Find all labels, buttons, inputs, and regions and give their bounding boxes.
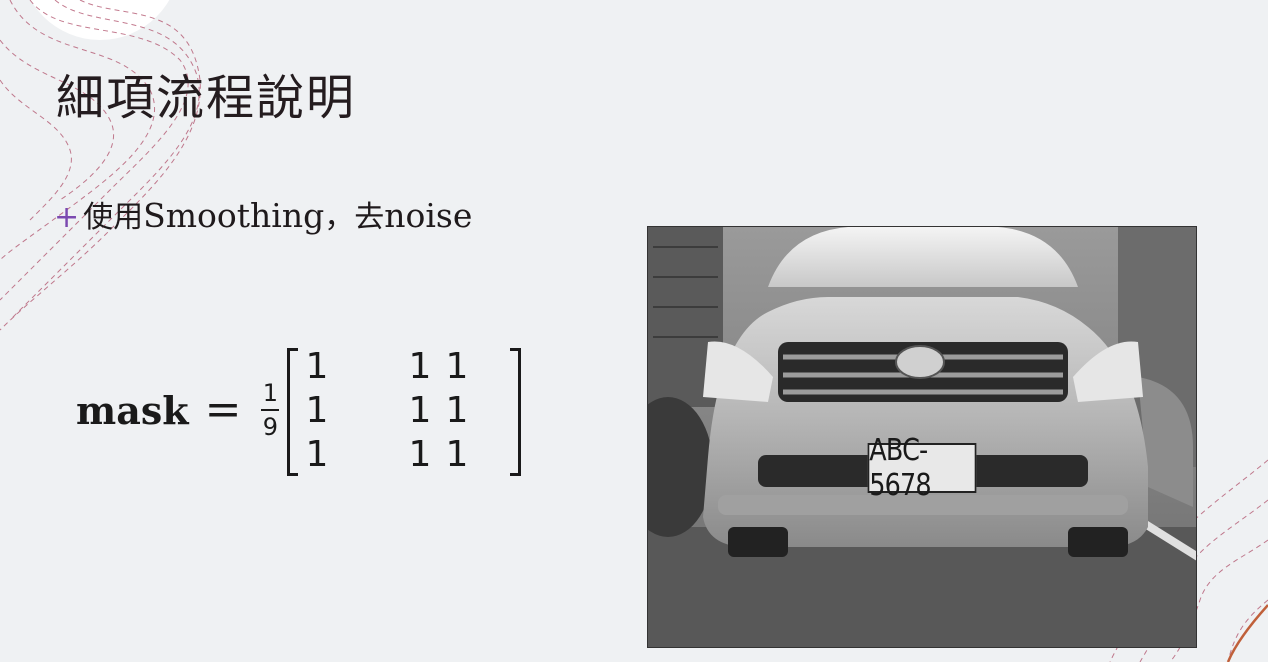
formula-equals: = xyxy=(204,384,242,435)
left-bracket xyxy=(287,348,299,476)
fraction-denominator: 9 xyxy=(262,413,279,441)
fraction-bar xyxy=(261,409,280,411)
slide-title: 細項流程說明 xyxy=(56,70,357,126)
fraction-numerator: 1 xyxy=(262,379,279,407)
matrix-cell: 1 xyxy=(408,433,432,475)
matrix-cell: 1 xyxy=(445,345,469,387)
bullet-text-use: 使用 xyxy=(83,200,144,235)
bullet-item: + 使用 Smoothing ，去 noise xyxy=(54,192,472,236)
matrix-cell: 1 xyxy=(305,433,329,475)
matrix-cell: 1 xyxy=(445,389,469,431)
formula-fraction: 1 9 xyxy=(261,379,280,441)
matrix-cell: 1 xyxy=(408,389,432,431)
plus-bullet-icon: + xyxy=(54,200,80,235)
matrix-cell: 1 xyxy=(305,389,329,431)
matrix-cell: 1 xyxy=(445,433,469,475)
bullet-text-remove: ，去 xyxy=(324,200,385,235)
bullet-text-smoothing: Smoothing xyxy=(143,196,325,235)
bullet-text-noise: noise xyxy=(384,196,473,235)
license-plate: ABC-5678 xyxy=(867,433,977,503)
mask-formula: mask = 1 9 1 1 1 1 1 1 1 1 1 xyxy=(76,335,522,485)
right-bracket xyxy=(510,348,522,476)
formula-lhs: mask xyxy=(76,387,189,433)
matrix-cell: 1 xyxy=(408,345,432,387)
mask-matrix: 1 1 1 1 1 1 1 1 1 xyxy=(287,344,522,476)
matrix-cell: 1 xyxy=(305,345,329,387)
